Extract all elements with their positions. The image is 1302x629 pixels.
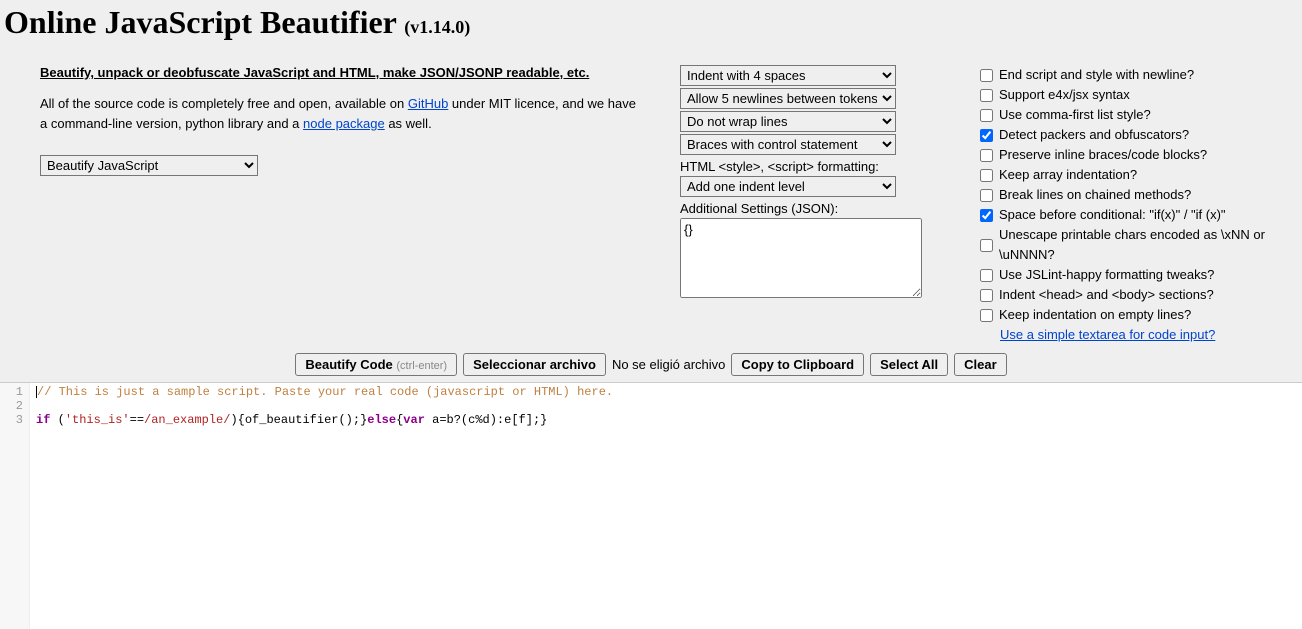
beautify-button[interactable]: Beautify Code (ctrl-enter) — [295, 353, 457, 376]
line-number: 1 — [0, 385, 23, 399]
break-chained-label: Break lines on chained methods? — [999, 185, 1191, 205]
break-chained-checkbox[interactable] — [980, 189, 993, 202]
code-line: // This is just a sample script. Paste y… — [37, 385, 613, 399]
e4x-label: Support e4x/jsx syntax — [999, 85, 1130, 105]
space-cond-checkbox[interactable] — [980, 209, 993, 222]
braces-select[interactable]: Braces with control statement — [680, 134, 896, 155]
jslint-checkbox[interactable] — [980, 269, 993, 282]
clear-button[interactable]: Clear — [954, 353, 1007, 376]
end-newline-label: End script and style with newline? — [999, 65, 1194, 85]
detect-packers-label: Detect packers and obfuscators? — [999, 125, 1189, 145]
file-status: No se eligió archivo — [612, 357, 725, 372]
preserve-inline-label: Preserve inline braces/code blocks? — [999, 145, 1207, 165]
desc-text: All of the source code is completely fre… — [40, 96, 408, 111]
html-format-label: HTML <style>, <script> formatting: — [680, 159, 940, 174]
indent-head-label: Indent <head> and <body> sections? — [999, 285, 1214, 305]
jslint-label: Use JSLint-happy formatting tweaks? — [999, 265, 1214, 285]
use-textarea-link[interactable]: Use a simple textarea for code input? — [1000, 325, 1215, 345]
wrap-select[interactable]: Do not wrap lines — [680, 111, 896, 132]
line-gutter: 1 2 3 — [0, 383, 30, 629]
toolbar: Beautify Code (ctrl-enter) Seleccionar a… — [0, 345, 1302, 382]
unescape-checkbox[interactable] — [980, 239, 993, 252]
newlines-select[interactable]: Allow 5 newlines between tokens — [680, 88, 896, 109]
detect-packers-checkbox[interactable] — [980, 129, 993, 142]
title-text: Online JavaScript Beautifier — [4, 4, 396, 40]
ctrl-hint: (ctrl-enter) — [396, 360, 447, 372]
additional-label: Additional Settings (JSON): — [680, 201, 940, 216]
e4x-checkbox[interactable] — [980, 89, 993, 102]
version-text: (v1.14.0) — [404, 17, 470, 37]
indent-head-checkbox[interactable] — [980, 289, 993, 302]
keep-indent-label: Keep indentation on empty lines? — [999, 305, 1191, 325]
space-cond-label: Space before conditional: "if(x)" / "if … — [999, 205, 1226, 225]
comma-first-checkbox[interactable] — [980, 109, 993, 122]
additional-settings-input[interactable] — [680, 218, 922, 298]
subtitle: Beautify, unpack or deobfuscate JavaScri… — [40, 65, 640, 80]
comma-first-label: Use comma-first list style? — [999, 105, 1151, 125]
code-area[interactable]: // This is just a sample script. Paste y… — [30, 383, 613, 629]
desc-text3: as well. — [385, 116, 432, 131]
description: All of the source code is completely fre… — [40, 94, 640, 133]
unescape-label: Unescape printable chars encoded as \xNN… — [999, 225, 1302, 265]
node-package-link[interactable]: node package — [303, 116, 385, 131]
code-line: if ('this_is'==/an_example/){of_beautifi… — [36, 413, 613, 427]
code-editor[interactable]: 1 2 3 // This is just a sample script. P… — [0, 382, 1302, 629]
file-select-button[interactable]: Seleccionar archivo — [463, 353, 606, 376]
settings-column: Indent with 4 spaces Allow 5 newlines be… — [680, 65, 940, 345]
keep-array-checkbox[interactable] — [980, 169, 993, 182]
line-number: 2 — [0, 399, 23, 413]
indent-select[interactable]: Indent with 4 spaces — [680, 65, 896, 86]
keep-array-label: Keep array indentation? — [999, 165, 1137, 185]
language-select[interactable]: Beautify JavaScript — [40, 155, 258, 176]
html-format-select[interactable]: Add one indent level — [680, 176, 896, 197]
line-number: 3 — [0, 413, 23, 427]
end-newline-checkbox[interactable] — [980, 69, 993, 82]
page-title: Online JavaScript Beautifier (v1.14.0) — [0, 0, 1302, 41]
checkbox-column: End script and style with newline? Suppo… — [980, 65, 1302, 345]
intro-column: Beautify, unpack or deobfuscate JavaScri… — [40, 65, 640, 345]
select-all-button[interactable]: Select All — [870, 353, 948, 376]
preserve-inline-checkbox[interactable] — [980, 149, 993, 162]
github-link[interactable]: GitHub — [408, 96, 448, 111]
keep-indent-checkbox[interactable] — [980, 309, 993, 322]
copy-button[interactable]: Copy to Clipboard — [731, 353, 864, 376]
